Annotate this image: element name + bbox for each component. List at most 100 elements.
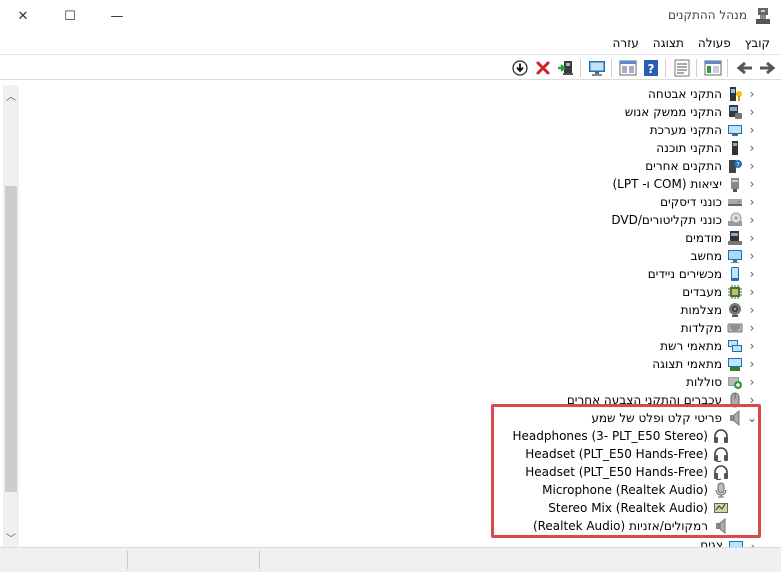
scan-hardware-icon[interactable]	[587, 58, 607, 78]
speaker-icon	[712, 517, 730, 535]
tree-row-label: מקלדות	[680, 321, 722, 335]
tree-row-label: פריטי קלט ופלט של שמע	[591, 411, 722, 425]
menu-help[interactable]: עזרה	[606, 32, 646, 54]
tree-row-label: Microphone (Realtek Audio)	[542, 483, 708, 497]
expand-chevron-icon[interactable]: ‹	[744, 355, 760, 373]
tree-row-label: Headset (PLT_E50 Hands-Free)	[525, 447, 708, 461]
toolbar: ?	[0, 54, 781, 80]
expand-chevron-icon[interactable]: ‹	[744, 211, 760, 229]
tree-category-12[interactable]: ‹ מצלמות	[681, 301, 760, 319]
menu-action[interactable]: פעולה	[691, 32, 738, 54]
device-manager-app-icon	[755, 7, 771, 25]
download-arrow-icon[interactable]	[510, 58, 530, 78]
dvd-drive-icon	[726, 211, 744, 229]
scroll-up-arrow-icon[interactable]: ︿	[3, 87, 19, 103]
tree-category-16[interactable]: ‹ סוללות	[686, 373, 760, 391]
maximize-button[interactable]: ☐	[47, 0, 93, 32]
tree-category-3[interactable]: ‹ התקני תוכנה	[656, 139, 760, 157]
tree-row-label: התקני ממשק אנוש	[624, 105, 722, 119]
menu-file[interactable]: קובץ	[738, 32, 777, 54]
tree-audio-device-5[interactable]: רמקולים/אזניות (Realtek Audio)	[533, 517, 738, 535]
tree-row-label: התקני תוכנה	[656, 141, 722, 155]
tree-row-label: Headset (PLT_E50 Hands-Free)	[525, 465, 708, 479]
tree-category-2[interactable]: ‹ התקני מערכת	[650, 121, 760, 139]
tree-category-13[interactable]: ‹ מקלדות	[681, 319, 760, 337]
tree-row-label: כונני דיסקים	[660, 195, 722, 209]
collapse-chevron-icon[interactable]: ⌄	[744, 409, 760, 427]
expand-chevron-icon[interactable]: ‹	[744, 229, 760, 247]
tree-row-label: סוללות	[686, 375, 722, 389]
expand-chevron-icon[interactable]: ‹	[744, 85, 760, 103]
update-driver-icon[interactable]	[556, 58, 576, 78]
tree-category-17[interactable]: ‹ עכברים והתקני הצבעה אחרים	[567, 391, 760, 409]
tree-category-10[interactable]: ‹ מכשירים ניידים	[648, 265, 760, 283]
help-icon[interactable]: ?	[641, 58, 661, 78]
tree-audio-device-0[interactable]: Headphones (3- PLT_E50 Stereo)	[512, 427, 738, 445]
network-adapter-icon	[726, 337, 744, 355]
monitor-icon	[727, 538, 745, 547]
modem-icon	[726, 229, 744, 247]
svg-text:?: ?	[736, 161, 740, 169]
expand-chevron-icon[interactable]: ‹	[744, 319, 760, 337]
headset-icon	[712, 463, 730, 481]
tree-audio-device-1[interactable]: Headset (PLT_E50 Hands-Free)	[525, 445, 738, 463]
menu-view[interactable]: תצוגה	[646, 32, 691, 54]
software-device-icon	[726, 139, 744, 157]
expand-chevron-icon[interactable]: ‹	[744, 283, 760, 301]
expand-chevron-icon[interactable]: ‹	[744, 265, 760, 283]
tree-category-15[interactable]: ‹ מתאמי תצוגה	[652, 355, 760, 373]
tree-category-0[interactable]: ‹ התקני אבטחה	[648, 85, 760, 103]
expand-chevron-icon[interactable]: ‹	[744, 247, 760, 265]
tree-category-9[interactable]: ‹ מחשב	[691, 247, 760, 265]
system-device-icon	[726, 121, 744, 139]
uninstall-device-icon[interactable]	[533, 58, 553, 78]
properties-icon[interactable]	[618, 58, 638, 78]
tree-category-8[interactable]: ‹ מודמים	[685, 229, 760, 247]
expand-chevron-icon[interactable]: ‹	[744, 139, 760, 157]
tree-category-6[interactable]: ‹ כונני דיסקים	[660, 193, 760, 211]
headphones-icon	[712, 427, 730, 445]
expand-chevron-icon[interactable]: ‹	[744, 121, 760, 139]
expand-chevron-icon[interactable]: ‹	[745, 538, 761, 547]
tree-row-label: התקני מערכת	[649, 123, 722, 137]
minimize-button[interactable]: —	[94, 0, 140, 32]
expand-chevron-icon[interactable]: ‹	[744, 157, 760, 175]
keyboard-icon	[726, 319, 744, 337]
expand-chevron-icon[interactable]: ‹	[744, 193, 760, 211]
scrollbar-thumb[interactable]	[5, 186, 17, 492]
tree-row-label: מצלמות	[680, 303, 722, 317]
tree-category-audio-inputs-outputs[interactable]: ⌄ פריטי קלט ופלט של שמע	[591, 409, 760, 427]
battery-icon	[726, 373, 744, 391]
vertical-scrollbar[interactable]: ︿ ﹀	[3, 85, 19, 547]
hid-icon	[726, 103, 744, 121]
tree-category-1[interactable]: ‹ התקני ממשק אנוש	[625, 103, 760, 121]
security-device-icon	[726, 85, 744, 103]
expand-chevron-icon[interactable]: ‹	[744, 175, 760, 193]
tree-category-14[interactable]: ‹ מתאמי רשת	[660, 337, 760, 355]
expand-chevron-icon[interactable]: ‹	[744, 301, 760, 319]
tree-audio-device-3[interactable]: Microphone (Realtek Audio)	[542, 481, 738, 499]
tree-row-label: Headphones (3- PLT_E50 Stereo)	[512, 429, 708, 443]
speaker-icon	[726, 409, 744, 427]
forward-arrow-icon[interactable]	[757, 58, 777, 78]
tree-category-7[interactable]: ‹ כונני תקליטורים/DVD	[611, 211, 760, 229]
expand-chevron-icon[interactable]: ‹	[744, 391, 760, 409]
expand-chevron-icon[interactable]: ‹	[744, 337, 760, 355]
tree-row-label: יציאות (COM ו- LPT)	[612, 177, 722, 191]
microphone-icon	[712, 481, 730, 499]
scroll-down-arrow-icon[interactable]: ﹀	[3, 529, 19, 545]
tree-category-11[interactable]: ‹ מעבדים	[682, 283, 760, 301]
tree-row-label: מכשירים ניידים	[647, 267, 722, 281]
close-button[interactable]: ✕	[0, 0, 46, 32]
tree-row-monitors[interactable]: ‹ צגים	[700, 538, 761, 547]
tree-category-4[interactable]: ‹? התקנים אחרים	[645, 157, 760, 175]
expand-chevron-icon[interactable]: ‹	[744, 103, 760, 121]
expand-chevron-icon[interactable]: ‹	[744, 373, 760, 391]
tree-audio-device-2[interactable]: Headset (PLT_E50 Hands-Free)	[525, 463, 738, 481]
details-view-icon[interactable]	[672, 58, 692, 78]
unknown-device-icon: ?	[726, 157, 744, 175]
show-hide-console-tree-icon[interactable]	[703, 58, 723, 78]
tree-audio-device-4[interactable]: Stereo Mix (Realtek Audio)	[548, 499, 738, 517]
back-arrow-icon[interactable]	[735, 58, 755, 78]
tree-category-5[interactable]: ‹ יציאות (COM ו- LPT)	[612, 175, 760, 193]
